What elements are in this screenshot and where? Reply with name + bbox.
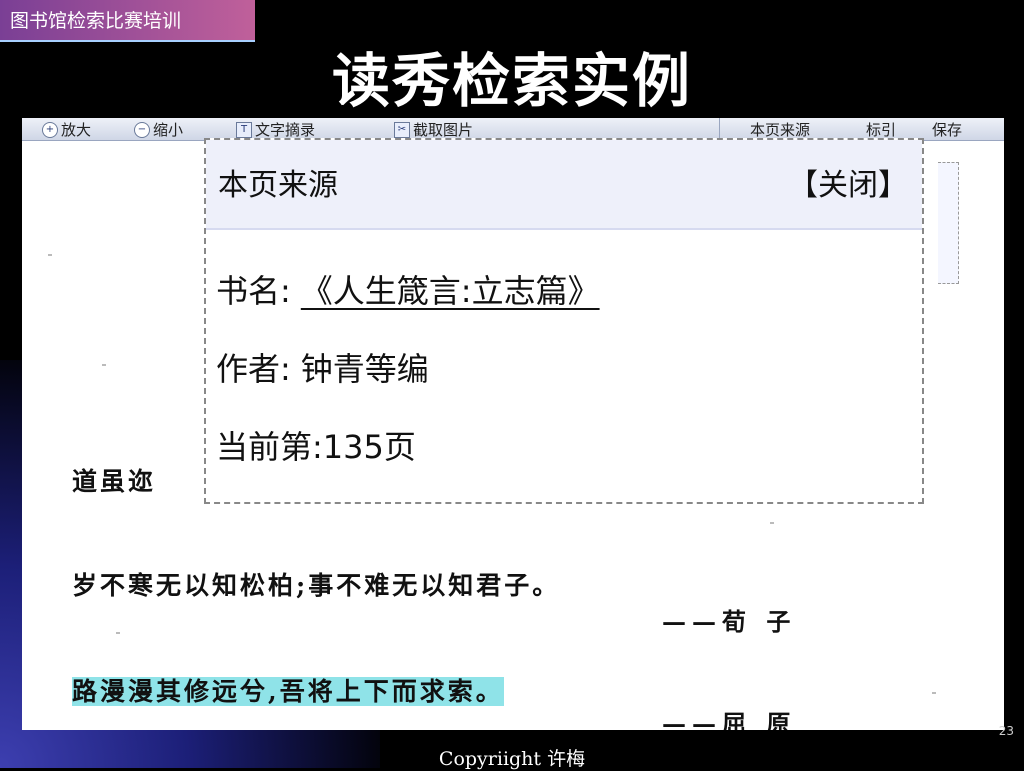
page-source-popup: 本页来源 【关闭】 书名: 《人生箴言:立志篇》 作者: 钟青等编 当前第:135页 xyxy=(204,138,924,504)
page-text-line-2: 路漫漫其修远兮,吾将上下而求索。 xyxy=(72,672,504,708)
plus-icon: + xyxy=(42,121,58,138)
zoom-out-label: 缩小 xyxy=(153,121,184,139)
popup-close-button[interactable]: 【关闭】 xyxy=(788,160,908,204)
page-text-attribution-1: ——荀 子 xyxy=(662,607,797,636)
book-title-label: 书名: xyxy=(216,272,291,310)
slide-title: 读秀检索实例 xyxy=(331,47,692,115)
text-extract-label: 文字摘录 xyxy=(255,121,316,139)
zoom-out-button[interactable]: − 缩小 xyxy=(134,119,183,140)
popup-header: 本页来源 【关闭】 xyxy=(206,140,922,230)
page-source-label: 本页来源 xyxy=(750,121,811,139)
reader-screenshot: + 放大 − 缩小 T 文字摘录 ✂ 截取图片 本页来源 标引 保存 道虽迩 岁… xyxy=(22,118,1004,730)
zoom-in-label: 放大 xyxy=(61,121,92,139)
scan-speck xyxy=(932,692,936,694)
book-title-row: 书名: 《人生箴言:立志篇》 xyxy=(216,266,600,312)
popup-title: 本页来源 xyxy=(218,168,338,203)
save-label: 保存 xyxy=(932,121,963,139)
slide-number: 23 xyxy=(998,724,1014,738)
minus-icon: − xyxy=(134,121,150,138)
background-panel-edge xyxy=(938,162,959,284)
page-text-partial: 道虽迩 xyxy=(72,467,157,496)
highlighted-text: 路漫漫其修远兮,吾将上下而求索。 xyxy=(72,677,504,706)
scan-speck xyxy=(116,632,120,634)
bookmark-button[interactable]: 标引 xyxy=(866,119,896,140)
slide-footer: Copyriight 许梅 xyxy=(438,748,586,770)
page-source-button[interactable]: 本页来源 xyxy=(750,119,810,140)
current-page-row: 当前第:135页 xyxy=(216,428,416,466)
text-icon: T xyxy=(236,121,252,138)
toolbar-divider xyxy=(719,118,720,140)
book-title-link[interactable]: 《人生箴言:立志篇》 xyxy=(301,272,600,310)
author-value: 钟青等编 xyxy=(300,350,429,388)
author-label: 作者: xyxy=(216,350,291,388)
bookmark-label: 标引 xyxy=(866,121,897,139)
scan-speck xyxy=(48,254,52,256)
capture-image-label: 截取图片 xyxy=(413,121,474,139)
zoom-in-button[interactable]: + 放大 xyxy=(42,119,91,140)
page-text-line-1: 岁不寒无以知松柏;事不难无以知君子。 xyxy=(72,571,561,600)
capture-image-button[interactable]: ✂ 截取图片 xyxy=(394,119,473,140)
save-button[interactable]: 保存 xyxy=(932,119,962,140)
scissors-icon: ✂ xyxy=(394,121,410,138)
page-text-attribution-2: ——屈 原 xyxy=(662,709,797,730)
text-extract-button[interactable]: T 文字摘录 xyxy=(236,119,315,140)
scan-speck xyxy=(770,522,774,524)
scan-speck xyxy=(102,364,106,366)
author-row: 作者: 钟青等编 xyxy=(216,344,429,390)
